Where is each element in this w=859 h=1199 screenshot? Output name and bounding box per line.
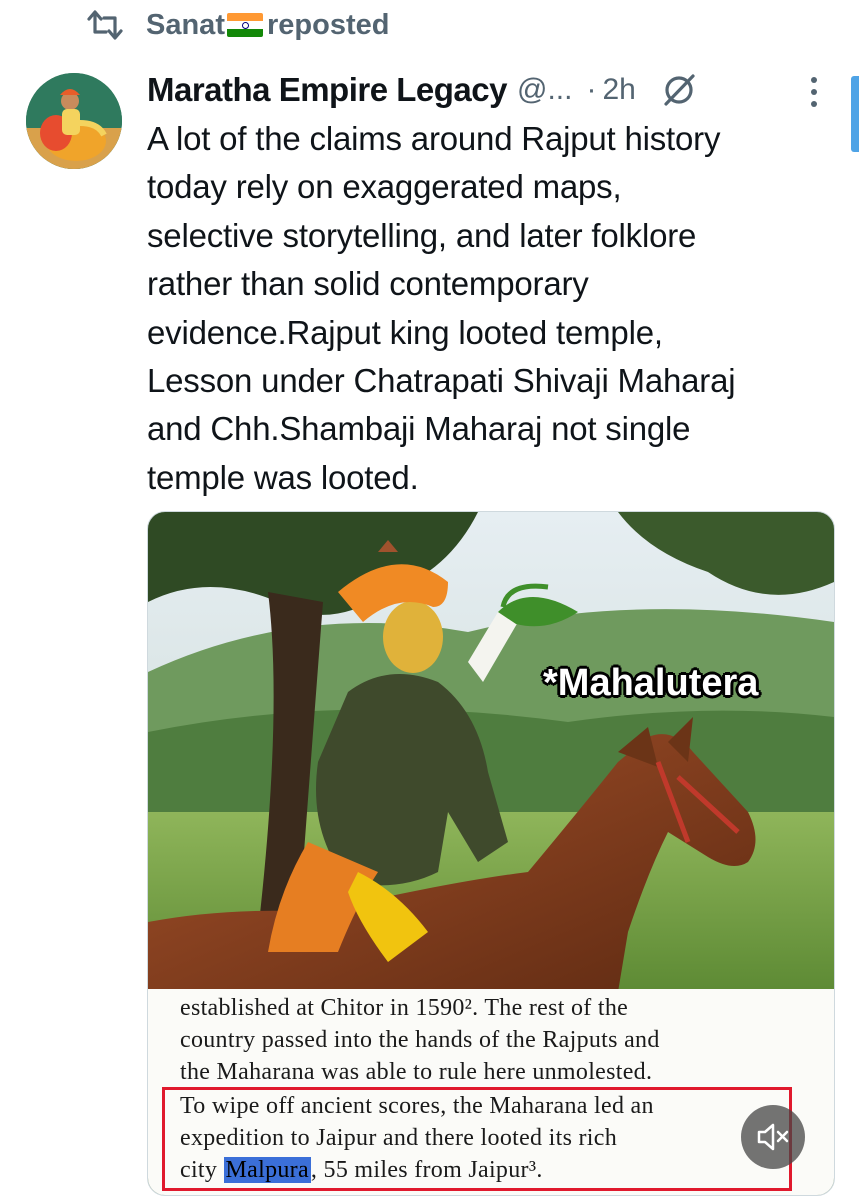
post-media[interactable]: *Mahalutera established at Chitor in 159… [147, 511, 835, 1196]
author-handle[interactable]: @... [517, 73, 572, 107]
document-line: country passed into the hands of the Raj… [180, 1027, 660, 1053]
repost-label: reposted [266, 8, 390, 41]
post-text: A lot of the claims around Rajput histor… [147, 115, 837, 502]
grok-icon[interactable] [660, 71, 698, 109]
post-text-line: today rely on exaggerated maps, [147, 168, 622, 206]
post-text-line: evidence.Rajput king looted temple, [147, 313, 663, 351]
author-avatar[interactable] [26, 73, 122, 169]
post-header: Maratha Empire Legacy @... · 2h [147, 66, 698, 114]
media-caption: *Mahalutera [543, 662, 759, 704]
edge-indicator [851, 76, 859, 152]
post-text-line: temple was looted. [147, 458, 419, 496]
media-image [148, 512, 834, 992]
volume-muted-icon [757, 1123, 789, 1151]
reposter-name[interactable]: Sanat [146, 9, 225, 42]
more-options-icon[interactable] [806, 74, 822, 110]
post-text-line: and Chh.Shambaji Maharaj not single [147, 410, 691, 448]
post-text-line: A lot of the claims around Rajput histor… [147, 120, 721, 157]
header-separator: · [586, 73, 597, 106]
document-line: the Maharana was able to rule here unmol… [180, 1059, 653, 1085]
highlight-box [162, 1087, 792, 1191]
author-name[interactable]: Maratha Empire Legacy [147, 71, 507, 109]
post-time[interactable]: 2h [602, 73, 635, 107]
document-line: established at Chitor in 1590². The rest… [180, 995, 629, 1021]
india-flag-icon [226, 13, 263, 37]
document-excerpt: established at Chitor in 1590². The rest… [148, 989, 834, 1195]
repost-indicator[interactable]: Sanat reposted [86, 4, 389, 46]
post-text-line: rather than solid contemporary [147, 265, 589, 303]
mute-button[interactable] [741, 1105, 805, 1169]
repost-icon [87, 10, 123, 40]
post-text-line: selective storytelling, and later folklo… [147, 216, 697, 254]
post-text-line: Lesson under Chatrapati Shivaji Maharaj [147, 362, 736, 400]
